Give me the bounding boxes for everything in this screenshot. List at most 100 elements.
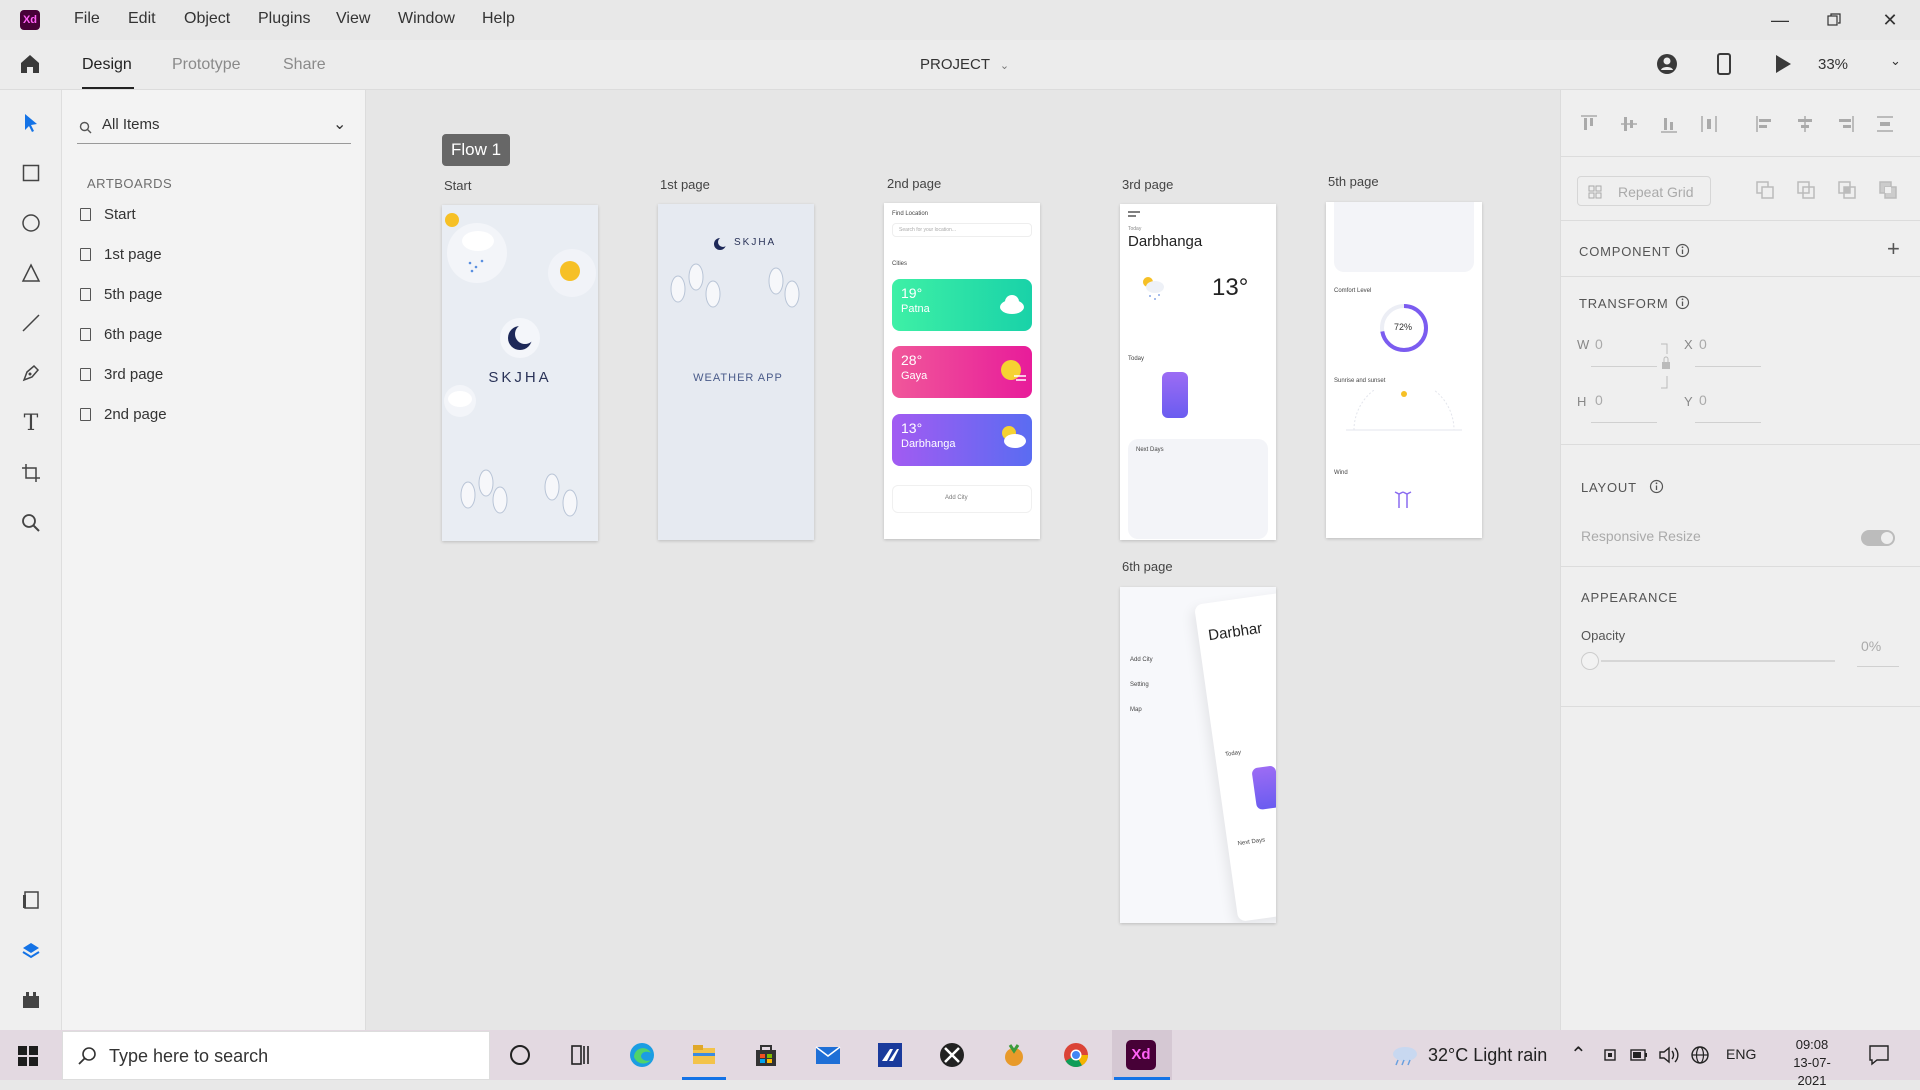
clock[interactable]: 09:08 13-07-2021 (1782, 1036, 1842, 1090)
lock-aspect-icon[interactable] (1659, 342, 1673, 390)
width-field[interactable]: 0 (1595, 336, 1603, 352)
cortana-icon[interactable] (506, 1041, 534, 1069)
menu-plugins[interactable]: Plugins (258, 10, 310, 28)
design-canvas[interactable]: Flow 1 Start 1st page 2nd page 3rd page … (366, 90, 1560, 1030)
document-title[interactable]: PROJECT ⌄ (920, 56, 1009, 73)
artboard-title-5th-page[interactable]: 5th page (1328, 174, 1379, 189)
opacity-value[interactable]: 0% (1861, 638, 1881, 654)
visual-studio-icon[interactable] (876, 1041, 904, 1069)
plugins-icon[interactable] (16, 985, 46, 1015)
task-view-icon[interactable] (566, 1041, 594, 1069)
input-language[interactable]: ENG (1726, 1046, 1756, 1062)
close-icon[interactable]: ✕ (1870, 6, 1910, 34)
menu-edit[interactable]: Edit (128, 10, 156, 28)
menu-view[interactable]: View (336, 10, 370, 28)
opacity-slider-handle[interactable] (1581, 652, 1599, 670)
game-app-icon[interactable] (1000, 1041, 1028, 1069)
align-top-icon[interactable] (1579, 114, 1599, 134)
home-icon[interactable] (18, 52, 42, 81)
distribute-horizontal-icon[interactable] (1699, 114, 1719, 134)
boolean-add-icon[interactable] (1755, 180, 1775, 200)
layer-item-1st-page[interactable]: 1st page (78, 240, 348, 270)
pen-tool-icon[interactable] (16, 358, 46, 388)
zoom-chevron-icon[interactable]: ⌄ (1890, 53, 1901, 69)
layer-item-6th-page[interactable]: 6th page (78, 320, 348, 350)
volume-icon[interactable] (1658, 1045, 1680, 1065)
layer-item-3rd-page[interactable]: 3rd page (78, 360, 348, 390)
line-tool-icon[interactable] (16, 308, 46, 338)
boolean-intersect-icon[interactable] (1837, 180, 1857, 200)
boolean-exclude-icon[interactable] (1878, 180, 1898, 200)
opacity-slider-track[interactable] (1601, 660, 1835, 662)
align-bottom-icon[interactable] (1659, 114, 1679, 134)
zoom-level[interactable]: 33% (1818, 56, 1848, 73)
info-icon[interactable] (1675, 243, 1690, 258)
assets-icon[interactable] (16, 885, 46, 915)
file-explorer-icon[interactable] (690, 1041, 718, 1069)
repeat-grid-button[interactable]: Repeat Grid (1577, 176, 1711, 206)
artboard-title-6th-page[interactable]: 6th page (1122, 559, 1173, 574)
polygon-tool-icon[interactable] (16, 258, 46, 288)
artboard-3rd-page[interactable]: Today Darbhanga 13° Today Next Days (1120, 204, 1276, 540)
artboard-title-1st-page[interactable]: 1st page (660, 177, 710, 192)
artboard-title-2nd-page[interactable]: 2nd page (887, 176, 941, 191)
ellipse-tool-icon[interactable] (16, 208, 46, 238)
chrome-icon[interactable] (1062, 1041, 1090, 1069)
tray-device-icon[interactable] (1602, 1047, 1618, 1063)
edge-browser-icon[interactable] (628, 1041, 656, 1069)
info-icon[interactable] (1675, 295, 1690, 310)
tray-chevron-up-icon[interactable]: ⌃ (1570, 1042, 1587, 1067)
taskbar-search-box[interactable]: Type here to search (62, 1031, 490, 1080)
artboard-6th-page[interactable]: Add City Setting Map Darbhar Today Next … (1120, 587, 1276, 923)
xd-taskbar-icon[interactable]: Xd (1126, 1040, 1156, 1070)
menu-help[interactable]: Help (482, 10, 515, 28)
x-field[interactable]: 0 (1699, 336, 1707, 352)
select-tool-icon[interactable] (16, 108, 46, 138)
notification-center-icon[interactable] (1868, 1044, 1890, 1066)
flow-badge[interactable]: Flow 1 (442, 134, 510, 166)
network-globe-icon[interactable] (1690, 1045, 1710, 1065)
artboard-tool-icon[interactable] (16, 458, 46, 488)
artboard-2nd-page[interactable]: Find Location Search for your location..… (884, 203, 1040, 539)
distribute-vertical-icon[interactable] (1875, 114, 1895, 134)
layers-search[interactable]: All Items ⌄ (77, 114, 351, 144)
add-component-icon[interactable]: + (1887, 236, 1900, 262)
align-middle-icon[interactable] (1619, 114, 1639, 134)
restore-icon[interactable] (1814, 6, 1854, 34)
windows-start-icon[interactable] (18, 1046, 38, 1066)
responsive-resize-toggle[interactable] (1861, 530, 1895, 546)
info-icon[interactable] (1649, 479, 1664, 494)
y-field[interactable]: 0 (1699, 392, 1707, 408)
menu-object[interactable]: Object (184, 10, 230, 28)
device-preview-icon[interactable] (1716, 53, 1732, 80)
text-tool-icon[interactable]: T (16, 408, 46, 438)
play-icon[interactable] (1774, 54, 1792, 79)
layer-item-5th-page[interactable]: 5th page (78, 280, 348, 310)
mail-icon[interactable] (814, 1041, 842, 1069)
layers-icon[interactable] (16, 935, 46, 965)
artboard-start[interactable]: SKJHA (442, 205, 598, 541)
artboard-title-start[interactable]: Start (444, 178, 471, 193)
minimize-icon[interactable]: — (1760, 6, 1800, 34)
tab-share[interactable]: Share (283, 56, 326, 74)
align-center-icon[interactable] (1795, 114, 1815, 134)
boolean-subtract-icon[interactable] (1796, 180, 1816, 200)
tab-design[interactable]: Design (82, 56, 132, 74)
artboard-1st-page[interactable]: SKJHA WEATHER APP (658, 204, 814, 540)
tab-prototype[interactable]: Prototype (172, 56, 240, 74)
layer-item-start[interactable]: Start (78, 200, 348, 230)
invite-user-icon[interactable] (1656, 53, 1678, 80)
height-field[interactable]: 0 (1595, 392, 1603, 408)
menu-file[interactable]: File (74, 10, 100, 28)
artboard-5th-page[interactable]: Comfort Level 72% Sunrise and sunset Win… (1326, 202, 1482, 538)
layer-item-2nd-page[interactable]: 2nd page (78, 400, 348, 430)
artboard-title-3rd-page[interactable]: 3rd page (1122, 177, 1173, 192)
battery-icon[interactable] (1630, 1048, 1648, 1062)
filter-chevron-icon[interactable]: ⌄ (333, 114, 346, 134)
zoom-tool-icon[interactable] (16, 508, 46, 538)
xbox-icon[interactable] (938, 1041, 966, 1069)
rectangle-tool-icon[interactable] (16, 158, 46, 188)
menu-window[interactable]: Window (398, 10, 455, 28)
store-icon[interactable] (752, 1041, 780, 1069)
align-right-icon[interactable] (1835, 114, 1855, 134)
